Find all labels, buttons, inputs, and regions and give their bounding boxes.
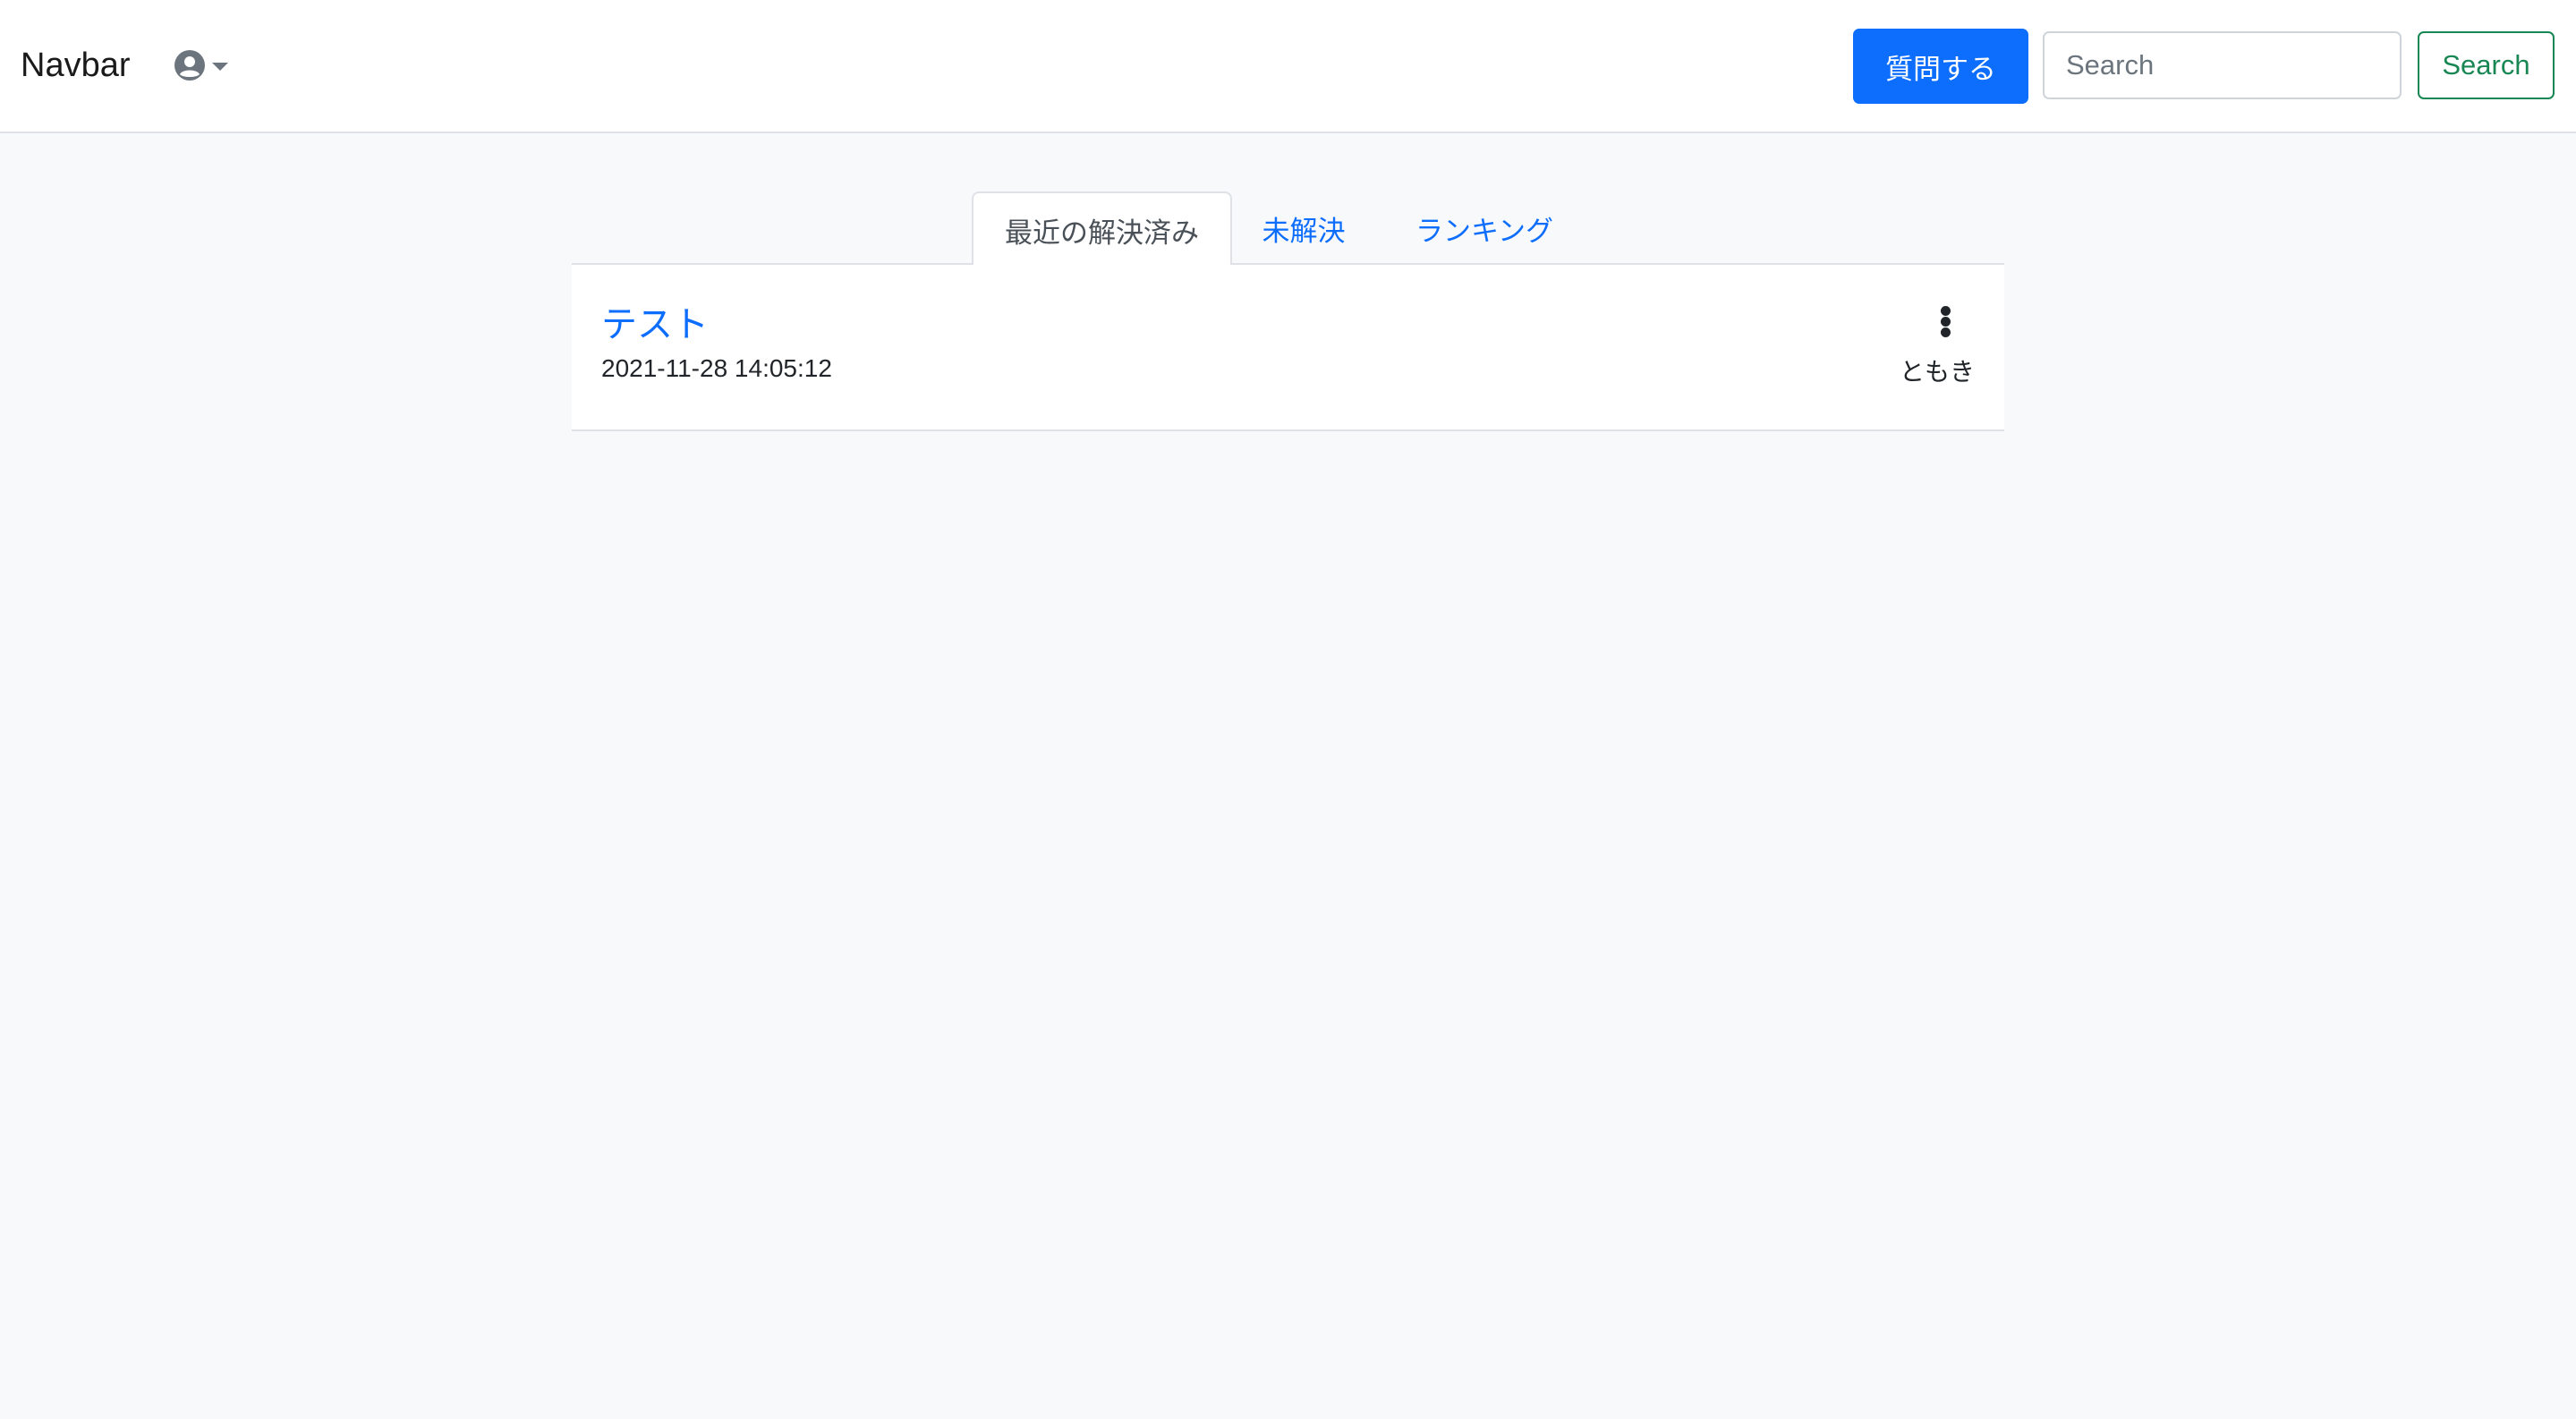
caret-down-icon xyxy=(212,63,228,71)
navbar: Navbar 質問する Search xyxy=(0,0,2576,133)
question-tabs: 最近の解決済み 未解決 ランキング xyxy=(572,191,2004,267)
kebab-menu-icon[interactable] xyxy=(1937,306,1955,338)
question-datetime: 2021-11-28 14:05:12 xyxy=(601,354,832,382)
question-title-link[interactable]: テスト xyxy=(601,295,709,347)
search-input[interactable] xyxy=(2043,31,2402,99)
tab-recently-solved[interactable]: 最近の解決済み xyxy=(972,191,1232,267)
ask-question-button[interactable]: 質問する xyxy=(1853,29,2028,104)
tab-unsolved[interactable]: 未解決 xyxy=(1245,191,1363,265)
user-circle-icon xyxy=(174,50,205,81)
navbar-brand[interactable]: Navbar xyxy=(21,45,131,86)
user-menu-dropdown[interactable] xyxy=(174,50,234,82)
tab-ranking[interactable]: ランキング xyxy=(1395,191,1574,265)
question-list-item: テスト 2021-11-28 14:05:12 ともき xyxy=(572,265,2004,431)
search-button[interactable]: Search xyxy=(2418,31,2555,99)
question-author: ともき xyxy=(1900,357,1976,387)
